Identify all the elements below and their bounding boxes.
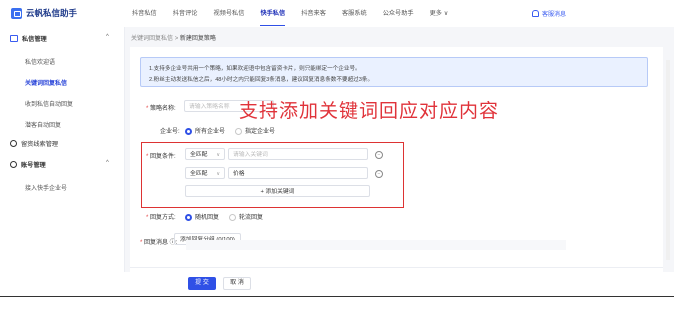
app-logo[interactable]: 云帆私信助手: [11, 7, 77, 19]
chevron-down-icon: ∨: [443, 10, 449, 17]
company-option-specific[interactable]: 指定企业号: [235, 126, 275, 135]
radio-unchecked-icon: [229, 213, 237, 221]
strategy-name-label-text: 策略名称:: [150, 106, 176, 112]
top-bar: 云帆私信助手 抖音私信 抖音评论 视频号私信 快手私信 抖音来客 客服系统 公众…: [0, 0, 674, 28]
nav-more-label: 更多: [429, 10, 442, 17]
condition-label-text: 回复条件:: [150, 154, 176, 160]
sidebar-item-auto-reply[interactable]: 收到私信自动回复: [25, 99, 73, 108]
company-option-all-label: 所有企业号: [195, 129, 226, 135]
method-label: * 回复方式:: [146, 215, 176, 221]
service-messages-label: 客服消息: [542, 12, 567, 18]
radio-checked-icon: [185, 213, 192, 221]
location-icon: [10, 140, 17, 147]
app-title: 云帆私信助手: [26, 8, 78, 18]
chevron-up-icon[interactable]: ^: [106, 34, 109, 40]
condition-1-keyword-input[interactable]: 请输入关键词: [228, 148, 368, 160]
nav-item-service[interactable]: 客服系统: [334, 0, 375, 27]
sidebar-group-leads[interactable]: 留资线索管理: [10, 139, 58, 148]
scrollbar[interactable]: [666, 60, 670, 260]
annotation-overlay-text: 支持添加关键词回应对应内容: [239, 100, 500, 122]
chat-icon: [11, 7, 22, 19]
sidebar-item-connect-kuaishou[interactable]: 接入快手企业号: [25, 183, 67, 192]
nav-item-video-dm[interactable]: 视频号私信: [206, 0, 253, 27]
sidebar: 私信管理 ^ 私信欢迎语 关键词回复私信 收到私信自动回复 潜客自动回复 留资线…: [0, 27, 125, 272]
sidebar-item-keyword-reply[interactable]: 关键词回复私信: [25, 78, 67, 87]
condition-2-keyword-input[interactable]: 价格: [228, 167, 368, 179]
breadcrumb: 关键词回复私信 > 新建回复策略: [131, 33, 216, 42]
notice-line-2: 2.粉丝主动发送私信之后，48小时之内只能回复3条消息，建议回复消息条数不要超过…: [149, 77, 374, 83]
method-radio-group: 随机回复 轮流回复: [185, 212, 263, 221]
remove-condition-icon[interactable]: −: [375, 170, 383, 178]
submit-button[interactable]: 提 交: [188, 277, 216, 290]
notice-banner: 1.支持多企业号共用一个策略，如果欢迎语中包含留资卡片，则只能绑定一个企业号。 …: [140, 57, 648, 87]
method-option-random[interactable]: 随机回复: [185, 212, 219, 221]
method-option-rotate-label: 轮流回复: [239, 215, 264, 221]
condition-1-match-value: 全匹配: [190, 152, 208, 158]
message-icon: [10, 35, 18, 42]
top-nav: 抖音私信 抖音评论 视频号私信 快手私信 抖音来客 客服系统 公众号助手 更多 …: [124, 0, 456, 27]
nav-item-more[interactable]: 更多 ∨: [422, 0, 457, 27]
chevron-down-icon: ∨: [216, 152, 220, 158]
sidebar-group-dm-label: 私信管理: [22, 36, 47, 43]
sidebar-item-welcome[interactable]: 私信欢迎语: [25, 57, 55, 66]
reply-group-area: [186, 240, 566, 250]
radio-checked-icon: [185, 127, 192, 135]
sidebar-group-leads-label: 留资线索管理: [21, 141, 59, 148]
notice-line-1: 1.支持多企业号共用一个策略，如果欢迎语中包含留资卡片，则只能绑定一个企业号。: [149, 66, 361, 72]
chevron-up-icon[interactable]: ^: [106, 160, 109, 166]
user-icon: [10, 161, 17, 168]
breadcrumb-parent[interactable]: 关键词回复私信: [131, 36, 173, 42]
breadcrumb-current: 新建回复策略: [179, 36, 216, 42]
remove-condition-icon[interactable]: −: [375, 151, 383, 159]
bottom-divider: [0, 296, 674, 297]
add-keyword-button[interactable]: + 添加关键词: [185, 185, 370, 197]
company-option-specific-label: 指定企业号: [245, 129, 276, 135]
method-option-rotate[interactable]: 轮流回复: [229, 212, 263, 221]
company-radio-group: 所有企业号 指定企业号: [185, 126, 275, 135]
nav-item-douyin-dm[interactable]: 抖音私信: [124, 0, 165, 27]
nav-item-kuaishou-dm[interactable]: 快手私信: [252, 0, 293, 27]
method-label-text: 回复方式:: [150, 215, 176, 221]
nav-item-official[interactable]: 公众号助手: [375, 0, 422, 27]
sidebar-group-accounts-label: 账号管理: [21, 162, 46, 169]
condition-label: * 回复条件:: [146, 154, 176, 160]
condition-2-match-value: 全匹配: [190, 171, 208, 177]
strategy-name-label: * 策略名称:: [146, 106, 176, 112]
company-option-all[interactable]: 所有企业号: [185, 126, 225, 135]
condition-1-match-select[interactable]: 全匹配 ∨: [185, 148, 225, 160]
nav-item-douyin-laike[interactable]: 抖音来客: [293, 0, 334, 27]
condition-2-match-select[interactable]: 全匹配 ∨: [185, 167, 225, 179]
sidebar-group-dm[interactable]: 私信管理: [10, 34, 47, 43]
footer-actions: 提 交 取 消: [130, 267, 663, 297]
radio-unchecked-icon: [235, 127, 243, 135]
chevron-down-icon: ∨: [216, 171, 220, 177]
bell-icon: [532, 10, 539, 17]
company-label: 企业号:: [160, 129, 180, 135]
message-label-text: 回复消息 ⓘ:: [144, 240, 178, 246]
message-label: * 回复消息 ⓘ:: [140, 240, 178, 246]
breadcrumb-separator: >: [174, 36, 179, 42]
sidebar-item-lead-reply[interactable]: 潜客自动回复: [25, 120, 61, 129]
cancel-button[interactable]: 取 消: [223, 277, 251, 290]
service-messages[interactable]: 客服消息: [532, 9, 566, 18]
sidebar-group-accounts[interactable]: 账号管理: [10, 160, 46, 169]
method-option-random-label: 随机回复: [195, 215, 220, 221]
nav-item-douyin-comment[interactable]: 抖音评论: [165, 0, 206, 27]
